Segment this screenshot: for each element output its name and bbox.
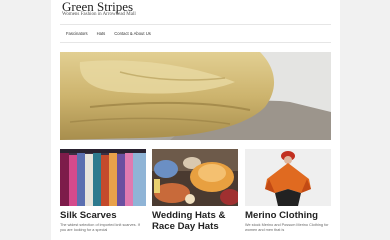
nav-item-contact-about[interactable]: Contact & About Us <box>114 31 151 36</box>
nav-item-hats[interactable]: Hats <box>97 31 106 36</box>
orange-poncho-image <box>245 149 331 206</box>
card-image[interactable] <box>245 149 331 206</box>
page-container: Green Stripes Womens Fashion in Arrowhea… <box>51 0 340 240</box>
nav-item-fascinators[interactable]: Fascinators <box>66 31 88 36</box>
nav-bottom-divider <box>60 42 331 43</box>
main-nav: Fascinators Hats Contact & About Us <box>66 31 151 36</box>
card-image[interactable] <box>152 149 238 206</box>
card-description: We stock Merino and Possum Merino Clothi… <box>245 223 329 232</box>
hero-image <box>60 52 331 140</box>
site-description: Womens Fashion in Arrowhead Mall <box>62 12 136 17</box>
hats-display-image <box>152 149 238 206</box>
scarf-rack-image <box>60 149 146 206</box>
card-title[interactable]: Wedding Hats & Race Day Hats <box>152 210 238 232</box>
card-title[interactable]: Merino Clothing <box>245 210 331 221</box>
card-title[interactable]: Silk Scarves <box>60 210 146 221</box>
nav-top-divider <box>60 24 331 25</box>
card-silk-scarves[interactable]: Silk Scarves The widest selection of imp… <box>60 149 146 240</box>
card-description: The widest selection of imported knit sc… <box>60 223 140 232</box>
card-merino-clothing[interactable]: Merino Clothing We stock Merino and Poss… <box>245 149 331 240</box>
fascinator-hat-image <box>60 52 331 140</box>
card-wedding-hats[interactable]: Wedding Hats & Race Day Hats <box>152 149 238 240</box>
card-image[interactable] <box>60 149 146 206</box>
